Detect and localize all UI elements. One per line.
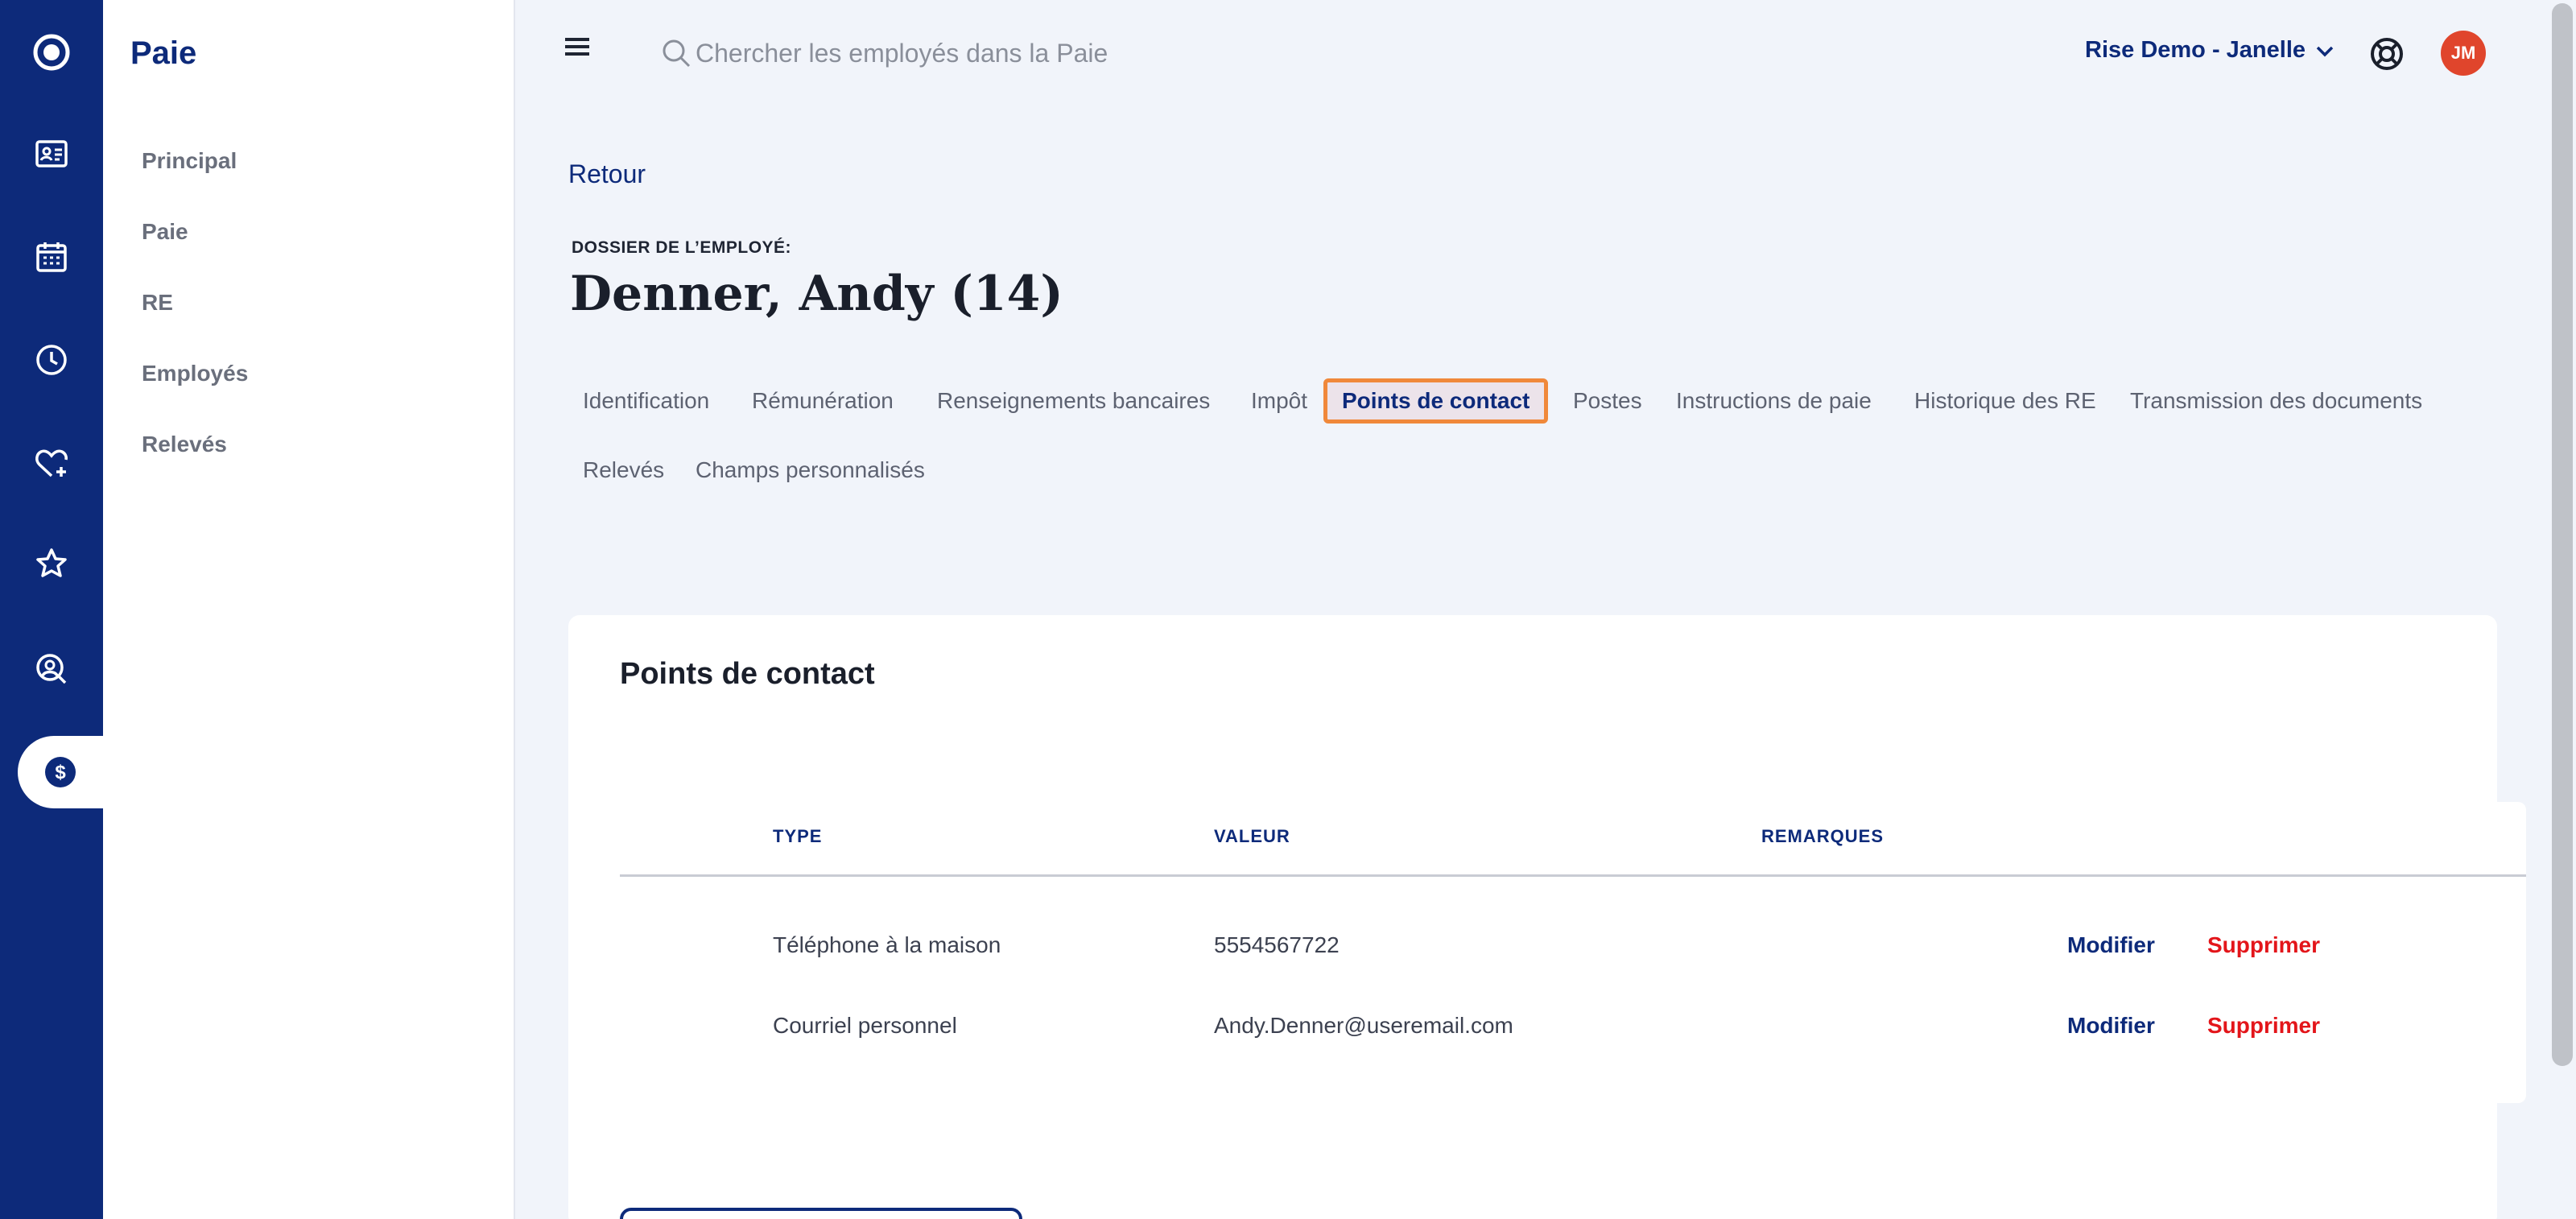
- scrollbar-thumb[interactable]: [2552, 3, 2573, 1066]
- row-value: 5554567722: [1214, 932, 1340, 957]
- tab-document-transmission[interactable]: Transmission des documents: [2116, 378, 2437, 424]
- search-input[interactable]: [696, 32, 1259, 74]
- calendar-icon[interactable]: [0, 221, 103, 293]
- row-value: Andy.Denner@useremail.com: [1214, 1013, 1513, 1038]
- star-icon[interactable]: [0, 528, 103, 601]
- contact-points-card: Points de contact TYPE VALEUR REMARQUES …: [568, 615, 2526, 1219]
- lifebuoy-icon[interactable]: [2368, 35, 2405, 72]
- tab-re-history[interactable]: Historique des RE: [1900, 378, 2111, 424]
- search-icon: [663, 39, 691, 68]
- dollar-icon[interactable]: $: [18, 736, 103, 808]
- row-type: Téléphone à la maison: [773, 932, 1001, 957]
- sidebar: Paie Principal Paie RE Employés Relevés: [103, 0, 515, 1219]
- sidebar-item-employes[interactable]: Employés: [142, 361, 248, 386]
- tab-remuneration[interactable]: Rémunération: [737, 378, 908, 424]
- svg-text:$: $: [55, 762, 66, 783]
- logo-icon[interactable]: [0, 16, 103, 89]
- tab-bank-info[interactable]: Renseignements bancaires: [923, 378, 1224, 424]
- app-rail: $: [0, 0, 103, 1219]
- avatar[interactable]: JM: [2441, 31, 2486, 76]
- row-type: Courriel personnel: [773, 1013, 957, 1038]
- column-header-type: TYPE: [773, 826, 823, 846]
- sidebar-item-paie[interactable]: Paie: [142, 219, 188, 245]
- delete-button[interactable]: Supprimer: [2207, 932, 2320, 958]
- tab-positions[interactable]: Postes: [1558, 378, 1657, 424]
- tab-pay-instructions[interactable]: Instructions de paie: [1662, 378, 1886, 424]
- sidebar-title: Paie: [130, 35, 197, 71]
- company-name: Rise Demo - Janelle: [2085, 37, 2306, 63]
- clock-icon[interactable]: [0, 324, 103, 396]
- id-card-icon[interactable]: [0, 118, 103, 190]
- header-divider: [620, 874, 2526, 877]
- column-header-value: VALEUR: [1214, 826, 1290, 846]
- back-link[interactable]: Retour: [568, 159, 646, 189]
- heart-plus-icon[interactable]: [0, 427, 103, 499]
- tab-contact-points[interactable]: Points de contact: [1323, 378, 1549, 424]
- page-title: Denner, Andy (14): [570, 266, 1063, 322]
- tab-identification[interactable]: Identification: [568, 378, 724, 424]
- tab-tax[interactable]: Impôt: [1236, 378, 1322, 424]
- chevron-down-icon: [2316, 46, 2334, 56]
- hamburger-menu-icon[interactable]: [564, 35, 591, 58]
- add-contact-button[interactable]: [620, 1208, 1022, 1219]
- delete-button[interactable]: Supprimer: [2207, 1013, 2320, 1039]
- contacts-table: TYPE VALEUR REMARQUES Téléphone à la mai…: [620, 802, 2526, 1103]
- company-switcher[interactable]: Rise Demo - Janelle: [2085, 37, 2336, 64]
- tab-releves[interactable]: Relevés: [568, 448, 679, 493]
- edit-button[interactable]: Modifier: [2067, 1013, 2155, 1039]
- tab-custom-fields[interactable]: Champs personnalisés: [681, 448, 939, 493]
- sidebar-item-releves[interactable]: Relevés: [142, 432, 227, 457]
- user-search-icon[interactable]: [0, 633, 103, 705]
- column-header-remarks: REMARQUES: [1761, 826, 1885, 846]
- edit-button[interactable]: Modifier: [2067, 932, 2155, 958]
- card-title: Points de contact: [620, 657, 875, 691]
- sidebar-item-re[interactable]: RE: [142, 290, 173, 316]
- sidebar-item-principal[interactable]: Principal: [142, 148, 237, 174]
- employee-file-label: DOSSIER DE L’EMPLOYÉ:: [572, 238, 792, 257]
